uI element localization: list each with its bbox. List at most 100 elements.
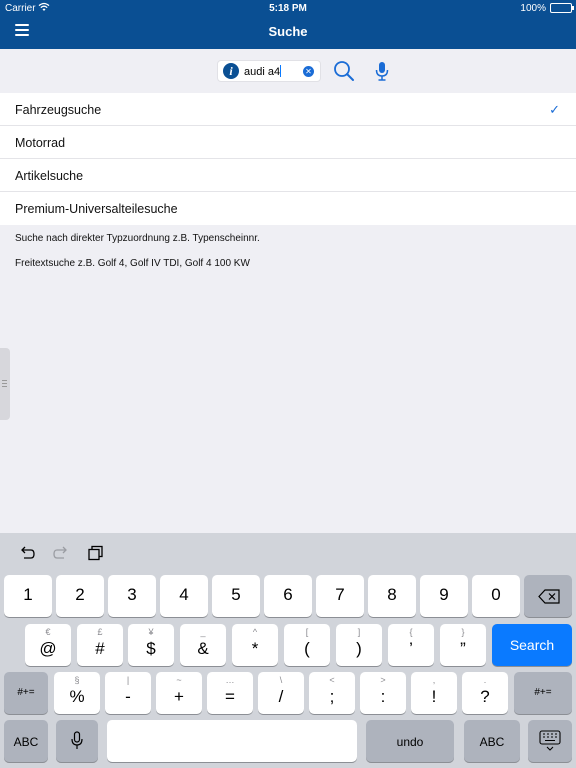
undo-icon[interactable] — [18, 545, 36, 561]
key-alt-label: [ — [305, 627, 309, 637]
key-label: ” — [460, 639, 466, 658]
key-at[interactable]: € @ — [25, 624, 71, 666]
key-alt-label: £ — [97, 627, 103, 637]
key-question[interactable]: .? — [462, 672, 508, 714]
side-panel-handle[interactable] — [0, 348, 10, 420]
keyboard: 1 2 3 4 5 6 7 8 9 0 € @ £ # ¥ $ _ & ^ * [( ])… — [0, 533, 576, 768]
paste-icon[interactable] — [87, 545, 105, 561]
key-semicolon[interactable]: <; — [309, 672, 355, 714]
backspace-icon — [538, 589, 560, 609]
key-label: ABC — [479, 735, 505, 749]
key-label: 9 — [439, 585, 449, 604]
key-asterisk[interactable]: ^ * — [232, 624, 278, 666]
search-value: audi a4 — [244, 66, 281, 78]
key-4[interactable]: 4 — [160, 575, 208, 617]
key-label: ) — [356, 639, 362, 658]
key-label: $ — [146, 639, 156, 658]
key-alt-label: € — [45, 627, 51, 637]
key-9[interactable]: 9 — [420, 575, 468, 617]
undo-key[interactable]: undo — [366, 720, 454, 762]
key-alt-label: § — [74, 675, 80, 685]
key-label: #+= — [534, 687, 552, 698]
key-slash[interactable]: \ / — [258, 672, 304, 714]
search-bar: i audi a4 ✕ — [0, 49, 576, 93]
key-label: / — [278, 687, 284, 706]
key-label: 4 — [179, 585, 189, 604]
key-exclamation[interactable]: ,! — [411, 672, 457, 714]
list-item-label: Motorrad — [15, 136, 66, 150]
key-label: 7 — [335, 585, 345, 604]
backspace-key[interactable] — [524, 575, 572, 617]
key-apostrophe[interactable]: {’ — [388, 624, 434, 666]
key-2[interactable]: 2 — [56, 575, 104, 617]
key-alt-label: , — [432, 675, 436, 685]
abc-key-left[interactable]: ABC — [4, 720, 48, 762]
key-hash[interactable]: £ # — [77, 624, 123, 666]
key-alt-label: \ — [279, 675, 283, 685]
key-label: * — [251, 639, 259, 658]
key-alt-label: _ — [200, 627, 206, 637]
key-6[interactable]: 6 — [264, 575, 312, 617]
list-item-premium-universalteilesuche[interactable]: Premium-Universalteilesuche — [0, 192, 576, 225]
key-label: ; — [329, 687, 335, 706]
key-0[interactable]: 0 — [472, 575, 520, 617]
key-label: 3 — [127, 585, 137, 604]
key-7[interactable]: 7 — [316, 575, 364, 617]
key-label: : — [380, 687, 386, 706]
key-alt-label: . — [483, 675, 487, 685]
text-cursor — [280, 65, 282, 77]
battery-icon — [550, 3, 574, 13]
keyboard-dismiss-key[interactable] — [528, 720, 572, 762]
key-minus[interactable]: | - — [105, 672, 151, 714]
key-label: 0 — [491, 585, 501, 604]
key-label: ’ — [409, 639, 413, 658]
key-plus[interactable]: ~ + — [156, 672, 202, 714]
space-key[interactable] — [107, 720, 357, 762]
key-close-paren[interactable]: ]) — [336, 624, 382, 666]
key-label: #+= — [17, 687, 35, 698]
list-item-artikelsuche[interactable]: Artikelsuche — [0, 159, 576, 192]
status-bar: Carrier 5:18 PM 100% — [0, 0, 576, 16]
key-alt-label: > — [380, 675, 386, 685]
key-label: # — [95, 639, 105, 658]
key-8[interactable]: 8 — [368, 575, 416, 617]
key-colon[interactable]: >: — [360, 672, 406, 714]
key-label: + — [174, 687, 184, 706]
key-5[interactable]: 5 — [212, 575, 260, 617]
key-equals[interactable]: … = — [207, 672, 253, 714]
search-input[interactable]: i audi a4 ✕ — [217, 60, 321, 82]
symbols-shift-key-left[interactable]: #+= — [4, 672, 48, 714]
search-key[interactable]: Search — [492, 624, 572, 666]
page-title: Suche — [268, 24, 308, 39]
key-open-paren[interactable]: [( — [284, 624, 330, 666]
key-label: 8 — [387, 585, 397, 604]
keyboard-dismiss-icon — [539, 730, 561, 757]
key-label: ? — [480, 687, 490, 706]
key-ampersand[interactable]: _ & — [180, 624, 226, 666]
microphone-icon[interactable] — [374, 60, 390, 82]
key-label: ABC — [13, 735, 39, 749]
key-alt-label: ~ — [176, 675, 182, 685]
search-icon[interactable] — [333, 60, 355, 82]
checkmark-icon: ✓ — [549, 102, 560, 117]
key-label: 2 — [75, 585, 85, 604]
microphone-icon — [71, 731, 83, 756]
key-percent[interactable]: §% — [54, 672, 100, 714]
symbols-shift-key-right[interactable]: #+= — [514, 672, 572, 714]
info-icon[interactable]: i — [223, 63, 239, 79]
redo-icon[interactable] — [52, 545, 70, 561]
key-dollar[interactable]: ¥ $ — [128, 624, 174, 666]
list-item-fahrzeugsuche[interactable]: Fahrzeugsuche ✓ — [0, 93, 576, 126]
key-quote[interactable]: }” — [440, 624, 486, 666]
key-3[interactable]: 3 — [108, 575, 156, 617]
dictation-key[interactable] — [56, 720, 98, 762]
search-key-label: Search — [509, 637, 555, 653]
key-alt-label: ] — [357, 627, 361, 637]
key-label: ! — [431, 687, 437, 706]
list-item-motorrad[interactable]: Motorrad — [0, 126, 576, 159]
abc-key-right[interactable]: ABC — [464, 720, 520, 762]
key-label: - — [125, 687, 131, 706]
key-1[interactable]: 1 — [4, 575, 52, 617]
key-alt-label: < — [329, 675, 335, 685]
clear-icon[interactable]: ✕ — [303, 66, 314, 77]
